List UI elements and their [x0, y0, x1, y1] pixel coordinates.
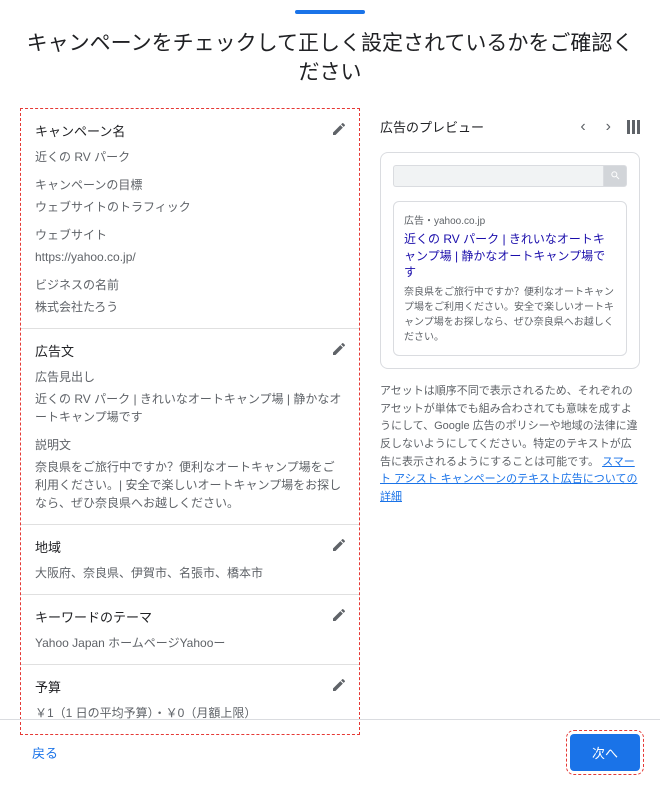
campaign-settings-panel: キャンペーン名 近くの RV パーク キャンペーンの目標 ウェブサイトのトラフィ… — [20, 108, 360, 735]
website-label: ウェブサイト — [35, 226, 345, 243]
budget-label: 予算 — [35, 677, 345, 696]
ad-preview-card: 広告・yahoo.co.jp 近くの RV パーク | きれいなオートキャンプ場… — [380, 152, 640, 369]
keywords-label: キーワードのテーマ — [35, 607, 345, 626]
pencil-icon[interactable] — [331, 677, 347, 698]
pencil-icon[interactable] — [331, 121, 347, 142]
ad-headline-value: 近くの RV パーク | きれいなオートキャンプ場 | 静かなオートキャンプ場で… — [35, 390, 345, 426]
campaign-goal-value: ウェブサイトのトラフィック — [35, 198, 345, 216]
pencil-icon[interactable] — [331, 537, 347, 558]
section-ad-copy: 広告文 広告見出し 近くの RV パーク | きれいなオートキャンプ場 | 静か… — [21, 329, 359, 525]
section-region: 地域 大阪府、奈良県、伊賀市、名張市、橋本市 — [21, 525, 359, 595]
section-keywords: キーワードのテーマ Yahoo Japan ホームページYahooー — [21, 595, 359, 665]
chevron-right-icon[interactable]: › — [602, 116, 615, 138]
next-button[interactable]: 次へ — [570, 734, 640, 771]
campaign-name-label: キャンペーン名 — [35, 121, 345, 140]
campaign-name-value: 近くの RV パーク — [35, 148, 345, 166]
main-content: キャンペーン名 近くの RV パーク キャンペーンの目標 ウェブサイトのトラフィ… — [0, 108, 660, 735]
column-layout-icon[interactable] — [627, 120, 640, 134]
business-name-label: ビジネスの名前 — [35, 276, 345, 293]
preview-controls: ‹ › — [576, 116, 640, 138]
disclaimer-body: アセットは順序不同で表示されるため、それぞれのアセットが単体でも組み合わされても… — [380, 385, 638, 467]
search-bar-mock — [393, 165, 627, 187]
ad-copy-header: 広告文 — [35, 341, 345, 360]
disclaimer-text: アセットは順序不同で表示されるため、それぞれのアセットが単体でも組み合わされても… — [380, 383, 640, 506]
ad-preview-headline: 近くの RV パーク | きれいなオートキャンプ場 | 静かなオートキャンプ場で… — [404, 231, 616, 281]
region-label: 地域 — [35, 537, 345, 556]
ad-headline-label: 広告見出し — [35, 368, 345, 385]
ad-preview-desc: 奈良県をご旅行中ですか？便利なオートキャンプ場をご利用ください。安全で楽しいオー… — [404, 285, 616, 345]
ad-preview-box: 広告・yahoo.co.jp 近くの RV パーク | きれいなオートキャンプ場… — [393, 201, 627, 356]
keywords-value: Yahoo Japan ホームページYahooー — [35, 634, 345, 652]
business-name-value: 株式会社たろう — [35, 298, 345, 316]
back-button[interactable]: 戻る — [20, 735, 70, 770]
ad-label: 広告・yahoo.co.jp — [404, 212, 616, 227]
footer-bar: 戻る 次へ — [0, 719, 660, 785]
preview-header: 広告のプレビュー ‹ › — [380, 108, 640, 152]
progress-indicator — [295, 10, 365, 14]
pencil-icon[interactable] — [331, 341, 347, 362]
preview-panel: 広告のプレビュー ‹ › 広告・yahoo.co.jp 近くの RV パーク |… — [380, 108, 640, 735]
page-title: キャンペーンをチェックして正しく設定されているかをご確認ください — [0, 29, 660, 88]
preview-title: 広告のプレビュー — [380, 117, 484, 136]
search-input-mock — [393, 165, 603, 187]
section-campaign-name: キャンペーン名 近くの RV パーク キャンペーンの目標 ウェブサイトのトラフィ… — [21, 109, 359, 329]
ad-desc-value: 奈良県をご旅行中ですか？便利なオートキャンプ場をご利用ください。| 安全で楽しい… — [35, 458, 345, 512]
chevron-left-icon[interactable]: ‹ — [576, 116, 589, 138]
pencil-icon[interactable] — [331, 607, 347, 628]
campaign-goal-label: キャンペーンの目標 — [35, 176, 345, 193]
search-icon — [603, 165, 627, 187]
region-value: 大阪府、奈良県、伊賀市、名張市、橋本市 — [35, 564, 345, 582]
ad-desc-label: 説明文 — [35, 436, 345, 453]
website-value: https://yahoo.co.jp/ — [35, 248, 345, 266]
